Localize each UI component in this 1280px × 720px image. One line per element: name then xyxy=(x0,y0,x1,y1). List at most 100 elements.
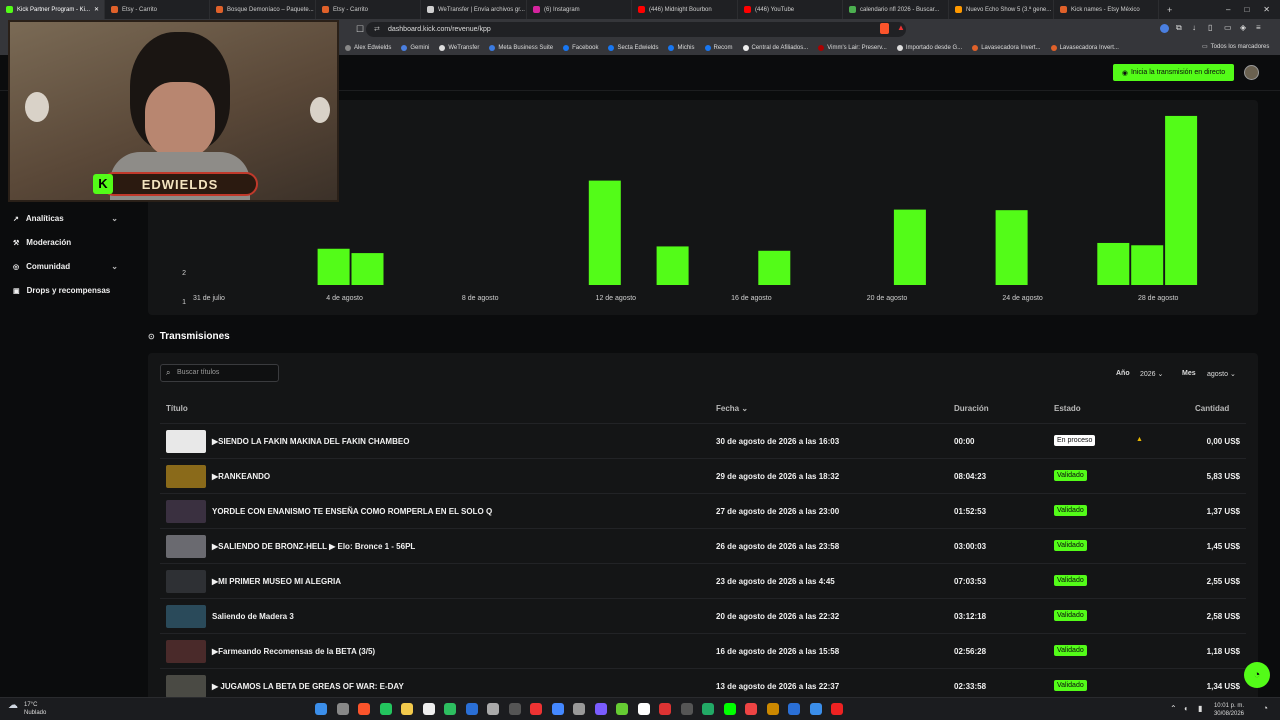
table-row[interactable]: YORDLE CON ENANISMO TE ENSEÑA COMO ROMPE… xyxy=(160,493,1246,528)
settings-icon[interactable] xyxy=(487,703,499,715)
bookmark-item[interactable]: Importado desde G... xyxy=(896,44,962,51)
speaker-icon[interactable]: ◐ xyxy=(1184,704,1189,713)
table-row[interactable]: ▶Farmeando Recomensas de la BETA (3/5) 16… xyxy=(160,633,1246,668)
close-icon[interactable]: ✕ xyxy=(1263,5,1270,14)
browser-tab[interactable]: WeTransfer | Envía archivos gr... xyxy=(421,0,527,19)
chart-bar[interactable] xyxy=(995,210,1028,285)
chart-bar[interactable] xyxy=(317,248,350,285)
chart-bar[interactable] xyxy=(893,209,926,285)
word-icon[interactable] xyxy=(465,703,478,715)
app-icon[interactable] xyxy=(809,703,822,715)
bookmark-item[interactable]: Alex Edwields xyxy=(345,44,391,51)
all-bookmarks-folder[interactable]: ▭ Todos los marcadores xyxy=(1202,43,1269,51)
obs-icon[interactable] xyxy=(508,703,521,715)
bookmark-item[interactable]: Vimm's Lair: Preserv... xyxy=(818,44,887,51)
chart-bar[interactable] xyxy=(758,250,791,285)
browser-tab[interactable]: Bosque Demoníaco – Paquete... xyxy=(210,0,316,19)
browser-tab[interactable]: Kick names - Etsy México xyxy=(1054,0,1159,19)
folder-icon[interactable] xyxy=(401,703,413,715)
chart-bar[interactable] xyxy=(1131,245,1164,285)
search-input[interactable]: ⌕ Buscar títulos xyxy=(160,364,279,382)
close-tab-icon[interactable]: ✕ xyxy=(94,6,99,13)
whatsapp-icon[interactable] xyxy=(379,703,392,715)
table-row[interactable]: ▶RANKEANDO 29 de agosto de 2026 a las 18:… xyxy=(160,458,1246,493)
spotify-icon[interactable] xyxy=(444,703,456,715)
site-info-icon[interactable]: ⇄ xyxy=(374,25,380,33)
extension-icon[interactable] xyxy=(1160,24,1169,33)
bookmark-item[interactable]: Michis xyxy=(668,44,695,51)
bookmark-item[interactable]: Gemini xyxy=(401,44,429,51)
sidepanel-icon[interactable]: ▯ xyxy=(1208,23,1212,32)
notification-bell-icon[interactable]: ◔ xyxy=(1263,703,1268,713)
month-select[interactable]: agosto ⌄ xyxy=(1207,370,1236,378)
rewards-triangle-icon[interactable]: ▲ xyxy=(897,23,905,32)
discord-icon[interactable] xyxy=(573,703,585,715)
column-header-date[interactable]: Fecha ⌄ xyxy=(716,404,748,413)
chat-support-button[interactable]: ◔ xyxy=(1244,662,1270,688)
calendar-icon[interactable] xyxy=(422,703,435,715)
bookmark-item[interactable]: Lavasecadora Invert... xyxy=(1050,44,1119,51)
acrobat-icon[interactable] xyxy=(831,703,843,715)
app-icon[interactable] xyxy=(659,703,671,715)
menu-icon[interactable]: ≡ xyxy=(1256,23,1261,32)
brave-shield-icon[interactable] xyxy=(880,23,889,34)
app-icon[interactable] xyxy=(766,703,779,715)
table-row[interactable]: Saliendo de Madera 3 20 de agosto de 2026… xyxy=(160,598,1246,633)
bookmark-item[interactable]: Recom xyxy=(704,44,733,51)
browser-tab[interactable]: (446) Midnight Bourbon xyxy=(632,0,738,19)
tiktok-icon[interactable] xyxy=(637,703,650,715)
browser-tab[interactable]: Etsy - Carrito xyxy=(316,0,421,19)
app-icon[interactable] xyxy=(745,703,757,715)
app-icon[interactable] xyxy=(680,703,693,715)
battery-icon[interactable]: ▮ xyxy=(1198,704,1202,713)
weather-widget[interactable]: ☁ 17°C Nublado xyxy=(8,701,46,717)
bookmark-item[interactable]: WeTransfer xyxy=(439,44,479,51)
wifi-icon[interactable]: ⌃ xyxy=(1170,704,1177,713)
avatar[interactable] xyxy=(1244,65,1259,80)
vpn-icon[interactable]: ◈ xyxy=(1240,23,1246,32)
download-icon[interactable]: ↓ xyxy=(1192,23,1196,32)
brave-icon[interactable] xyxy=(358,703,370,715)
minimize-icon[interactable]: – xyxy=(1226,5,1230,14)
sidebar-item-drops[interactable]: ▣ Drops y recompensas xyxy=(13,286,118,295)
steam-icon[interactable] xyxy=(551,703,564,715)
bookmark-star-icon[interactable]: ☐ xyxy=(356,24,364,35)
go-live-button[interactable]: ◉ Inicia la transmisión en directo xyxy=(1113,64,1234,81)
year-select[interactable]: 2026 ⌄ xyxy=(1140,370,1163,378)
bookmark-item[interactable]: Secta Edwields xyxy=(608,44,658,51)
system-clock[interactable]: 10:01 p. m. 30/08/2026 xyxy=(1214,702,1244,718)
new-tab-icon[interactable]: + xyxy=(1159,5,1180,15)
chart-bar[interactable] xyxy=(1097,242,1130,285)
app-icon[interactable] xyxy=(788,703,800,715)
browser-tab[interactable]: Nuevo Echo Show 5 (3.ª gene... xyxy=(949,0,1054,19)
table-row[interactable]: ▶SIENDO LA FAKIN MAKINA DEL FAKIN CHAMBE… xyxy=(160,423,1246,458)
browser-tab[interactable]: (446) YouTube xyxy=(738,0,843,19)
music-icon[interactable] xyxy=(530,703,542,715)
browser-tab[interactable]: Kick Partner Program - Ki... ✕ xyxy=(0,0,105,19)
start-icon[interactable] xyxy=(315,703,327,715)
sidebar-item-moderation[interactable]: ⚒ Moderación xyxy=(13,238,118,247)
wallet-icon[interactable]: ▭ xyxy=(1224,23,1232,32)
app-icon[interactable] xyxy=(702,703,714,715)
address-bar[interactable]: ⇄ dashboard.kick.com/revenue/kpp xyxy=(366,22,906,37)
table-row[interactable]: ▶ JUGAMOS LA BETA DE GREAS OF WAR: E-DAY… xyxy=(160,668,1246,697)
browser-tab[interactable]: (6) Instagram xyxy=(527,0,632,19)
chart-bar[interactable] xyxy=(351,253,384,285)
chart-bar[interactable] xyxy=(1165,115,1198,286)
bookmark-item[interactable]: Central de Afiliados... xyxy=(742,44,808,51)
maximize-icon[interactable]: □ xyxy=(1244,5,1249,14)
bookmark-item[interactable]: Meta Business Suite xyxy=(489,44,553,51)
extensions-icon[interactable]: ⧉ xyxy=(1176,23,1182,33)
chart-bar[interactable] xyxy=(588,180,621,285)
whatsapp-icon[interactable] xyxy=(616,703,628,715)
bookmark-item[interactable]: Facebook xyxy=(563,44,598,51)
app-icon[interactable] xyxy=(723,703,736,715)
sidebar-item-analytics[interactable]: ↗ Analíticas ⌄ xyxy=(13,214,118,223)
table-row[interactable]: ▶SALIENDO DE BRONZ-HELL ▶ Elo: Bronce 1 … xyxy=(160,528,1246,563)
file-icon[interactable] xyxy=(336,703,349,715)
browser-tab[interactable]: calendario nfl 2026 - Buscar... xyxy=(843,0,949,19)
chart-bar[interactable] xyxy=(656,246,689,285)
stream-deck-icon[interactable] xyxy=(594,703,607,715)
bookmark-item[interactable]: Lavasecadora Invert... xyxy=(972,44,1041,51)
browser-tab[interactable]: Etsy - Carrito xyxy=(105,0,210,19)
